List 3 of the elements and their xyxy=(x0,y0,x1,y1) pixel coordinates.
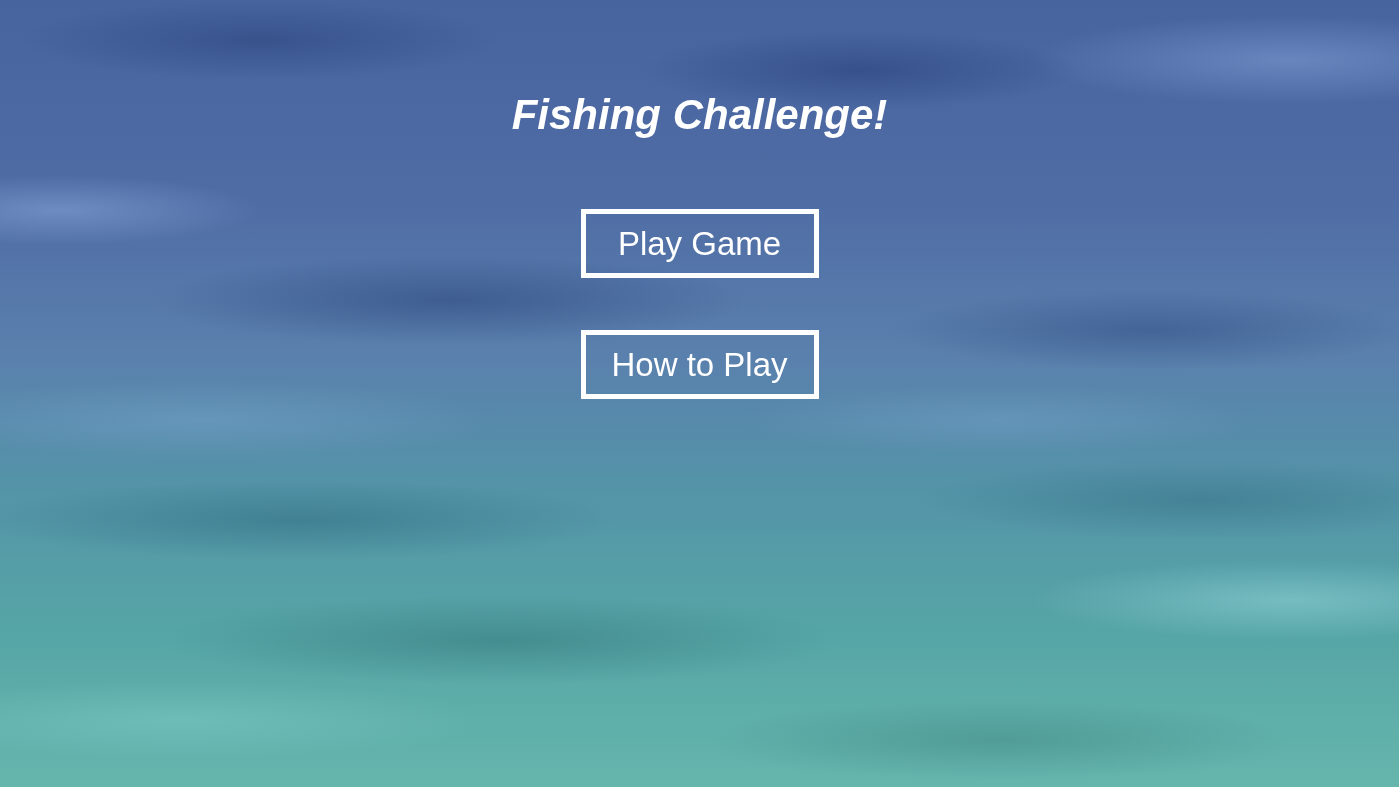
menu-button[interactable]: How to Play xyxy=(580,330,819,399)
menu-button[interactable]: Play Game xyxy=(580,209,819,278)
game-title: Fishing Challenge! xyxy=(511,90,888,140)
